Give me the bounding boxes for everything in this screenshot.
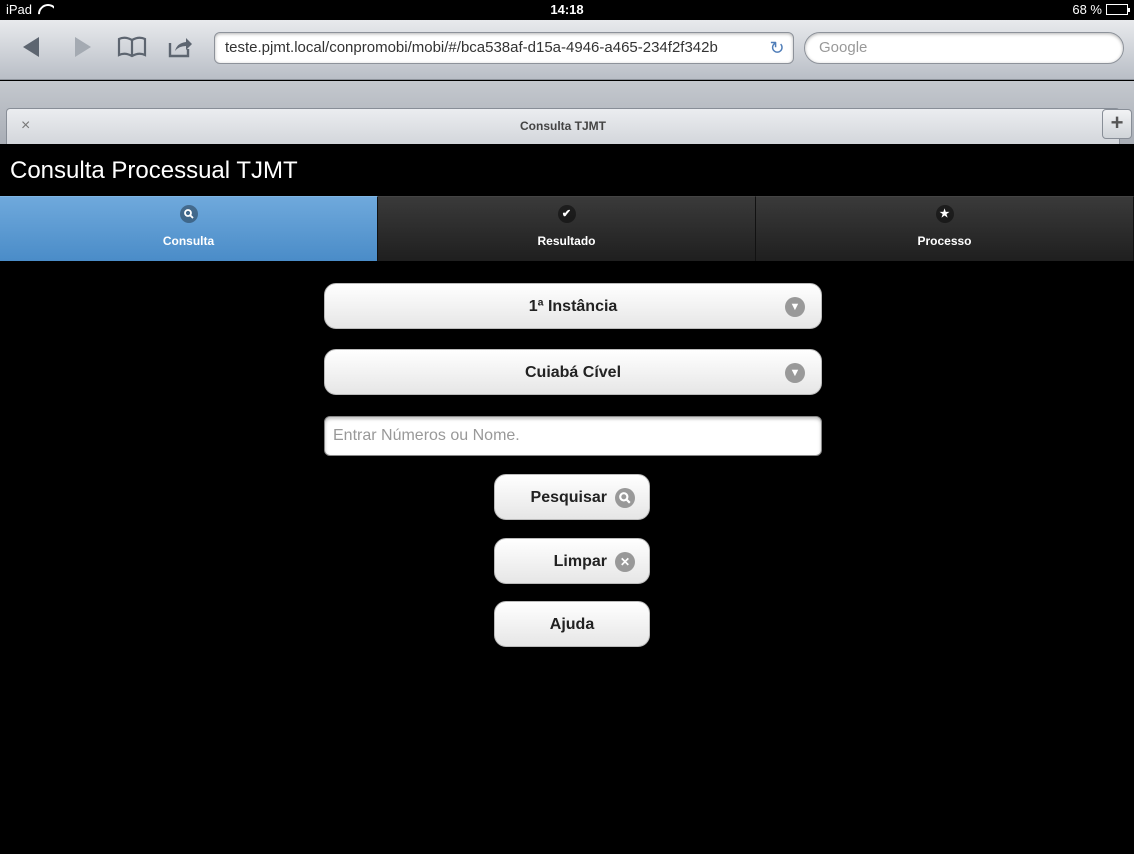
chevron-down-icon: ▼ xyxy=(785,363,805,383)
comarca-select-value: Cuiabá Cível xyxy=(524,364,622,381)
navbar: Consulta ✔ Resultado ★ Processo xyxy=(0,196,1134,261)
browser-search-placeholder: Google xyxy=(819,39,868,56)
search-icon xyxy=(179,205,198,223)
status-bar: iPad 14:18 68 % xyxy=(0,0,1134,20)
search-input[interactable] xyxy=(324,416,822,456)
search-icon xyxy=(615,488,635,508)
browser-tab[interactable]: × Consulta TJMT xyxy=(6,108,1120,144)
star-icon: ★ xyxy=(935,205,954,223)
tab-label: Processo xyxy=(917,234,972,248)
search-button[interactable]: Pesquisar xyxy=(494,474,650,520)
check-icon: ✔ xyxy=(557,205,576,223)
comarca-select[interactable]: Cuiabá Cível ▼ xyxy=(324,349,822,395)
browser-tab-bar: × Consulta TJMT + xyxy=(0,81,1134,144)
forward-icon[interactable] xyxy=(68,32,98,62)
browser-toolbar: teste.pjmt.local/conpromobi/mobi/#/bca53… xyxy=(0,20,1134,80)
share-icon[interactable] xyxy=(164,32,196,62)
page-title: Consulta Processual TJMT xyxy=(10,157,298,184)
instance-select-value: 1ª Instância xyxy=(528,298,618,315)
close-icon: ✕ xyxy=(615,552,635,572)
clear-button-label: Limpar xyxy=(553,553,607,570)
browser-search-field[interactable]: Google xyxy=(804,32,1124,64)
tab-processo[interactable]: ★ Processo xyxy=(756,196,1134,261)
reload-icon[interactable]: ↻ xyxy=(767,38,787,58)
help-button[interactable]: Ajuda xyxy=(494,601,650,647)
battery-percent: 68 % xyxy=(1072,2,1102,17)
app-header: Consulta Processual TJMT xyxy=(0,144,1134,196)
status-time: 14:18 xyxy=(550,2,584,17)
help-button-label: Ajuda xyxy=(549,616,595,633)
status-right: 68 % xyxy=(1072,2,1130,17)
instance-select[interactable]: 1ª Instância ▼ xyxy=(324,283,822,329)
battery-icon xyxy=(1106,4,1130,15)
tab-label: Resultado xyxy=(537,234,596,248)
tab-resultado[interactable]: ✔ Resultado xyxy=(378,196,756,261)
back-icon[interactable] xyxy=(16,32,46,62)
new-tab-button[interactable]: + xyxy=(1102,109,1132,139)
url-text: teste.pjmt.local/conpromobi/mobi/#/bca53… xyxy=(225,39,718,56)
url-field[interactable]: teste.pjmt.local/conpromobi/mobi/#/bca53… xyxy=(214,32,794,64)
search-button-label: Pesquisar xyxy=(530,489,607,506)
tab-title: Consulta TJMT xyxy=(520,119,606,133)
tab-label: Consulta xyxy=(162,234,215,248)
clear-button[interactable]: Limpar ✕ xyxy=(494,538,650,584)
chevron-down-icon: ▼ xyxy=(785,297,805,317)
bookmarks-icon[interactable] xyxy=(114,32,150,62)
tab-consulta[interactable]: Consulta xyxy=(0,196,378,261)
